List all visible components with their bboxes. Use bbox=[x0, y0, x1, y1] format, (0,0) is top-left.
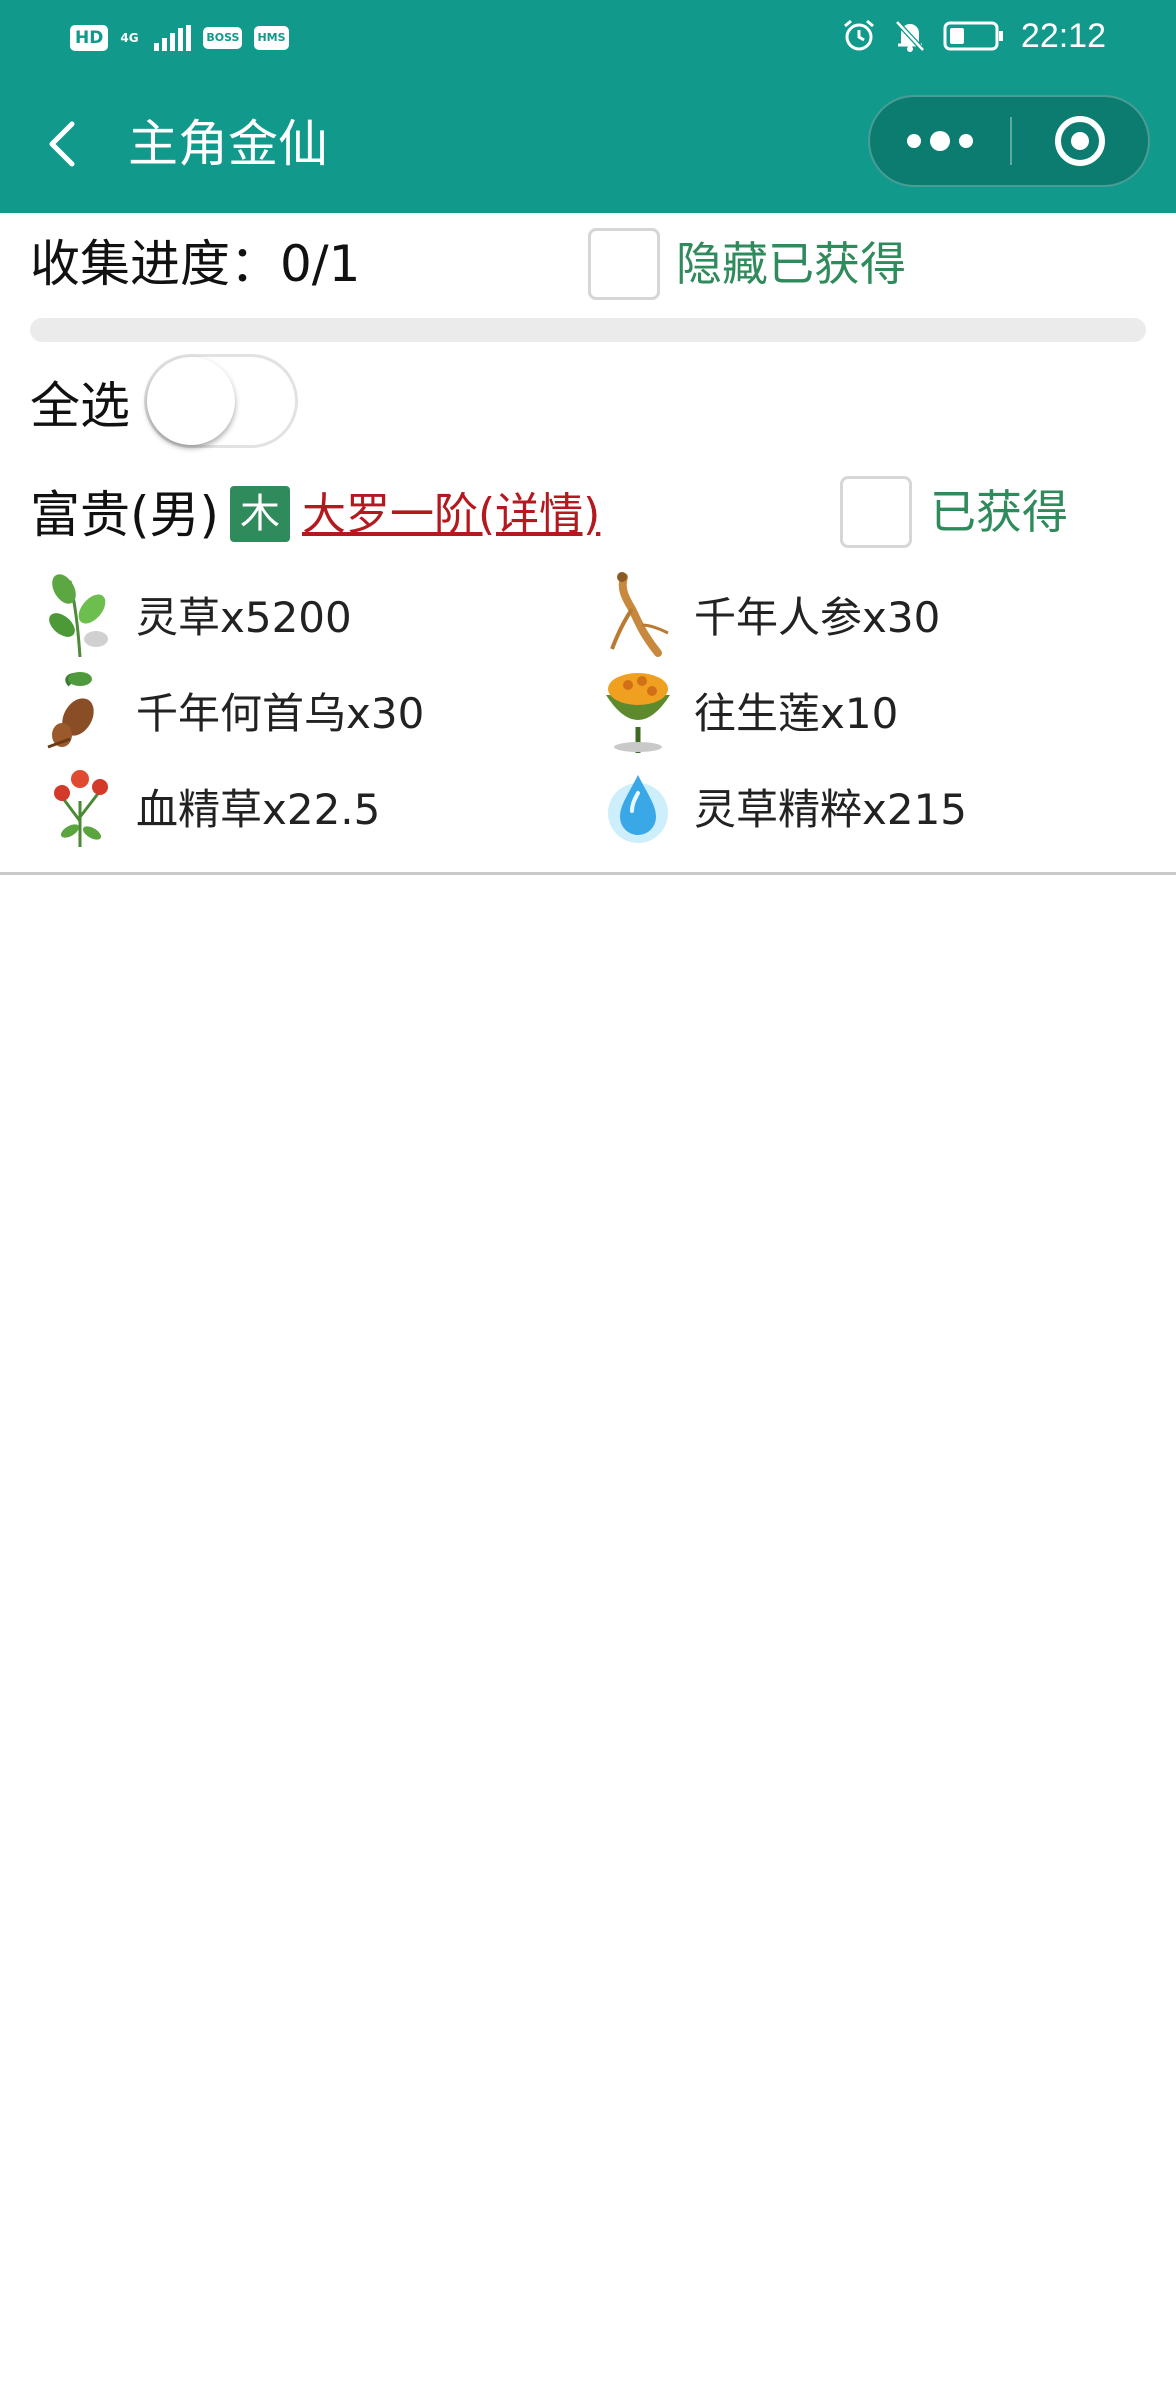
material-item: 灵草x5200 bbox=[40, 566, 352, 662]
status-right: 22:12 bbox=[841, 14, 1106, 58]
herb-essence-icon bbox=[608, 775, 668, 843]
hd-badge: HD bbox=[70, 25, 109, 51]
collection-progress-bar bbox=[30, 318, 1146, 342]
close-button[interactable] bbox=[1012, 97, 1150, 185]
material-item: 千年何首乌x30 bbox=[40, 662, 424, 758]
more-button[interactable] bbox=[870, 97, 1010, 185]
select-all-switch[interactable] bbox=[144, 354, 298, 448]
heshouwu-root-icon bbox=[47, 672, 94, 749]
obtained-label[interactable]: 已获得 bbox=[930, 476, 1068, 548]
switch-knob bbox=[147, 357, 235, 445]
select-all-label: 全选 bbox=[30, 377, 130, 435]
spirit-herb-icon bbox=[49, 574, 108, 658]
material-item: 灵草精粹x215 bbox=[598, 758, 967, 854]
boss-badge: BOSS bbox=[203, 27, 243, 49]
section-divider bbox=[0, 872, 1176, 875]
battery-icon bbox=[943, 21, 1003, 51]
ginseng-icon bbox=[610, 572, 669, 657]
alarm-icon bbox=[843, 19, 874, 51]
material-label: 血精草x22.5 bbox=[136, 784, 381, 834]
material-label: 千年人参x30 bbox=[694, 592, 941, 642]
status-left: HD 4G BOSS HMS bbox=[70, 20, 289, 56]
material-label: 往生莲x10 bbox=[694, 688, 899, 738]
page-title: 主角金仙 bbox=[128, 115, 328, 173]
material-item: 千年人参x30 bbox=[598, 566, 940, 662]
material-label: 灵草精粹x215 bbox=[694, 784, 968, 834]
clock: 22:12 bbox=[1020, 16, 1106, 55]
status-bar: HD 4G BOSS HMS 22:12 bbox=[0, 0, 1176, 76]
material-label: 千年何首乌x30 bbox=[136, 688, 425, 738]
item-name: 富贵(男) bbox=[30, 486, 220, 544]
obtained-checkbox[interactable] bbox=[840, 476, 912, 548]
bell-off-icon bbox=[895, 20, 925, 52]
element-badge: 木 bbox=[230, 486, 290, 542]
rebirth-lotus-icon bbox=[606, 673, 670, 753]
hide-obtained-checkbox[interactable] bbox=[588, 228, 660, 300]
back-button[interactable] bbox=[36, 112, 92, 176]
chevron-left-icon bbox=[49, 121, 75, 167]
collection-progress-text: 收集进度：0/1 bbox=[30, 235, 361, 293]
material-label: 灵草x5200 bbox=[136, 592, 352, 642]
signal-icon bbox=[154, 25, 192, 51]
material-item: 血精草x22.5 bbox=[40, 758, 380, 854]
nav-bar: 主角金仙 bbox=[0, 76, 1176, 213]
target-close-icon bbox=[1055, 116, 1105, 166]
more-dots-icon bbox=[907, 131, 973, 151]
blood-herb-icon bbox=[54, 770, 108, 847]
mini-program-capsule bbox=[868, 95, 1150, 187]
hide-obtained-label[interactable]: 隐藏已获得 bbox=[676, 228, 906, 300]
network-type: 4G bbox=[120, 31, 139, 45]
detail-link[interactable]: 大罗一阶(详情) bbox=[302, 478, 600, 552]
hms-badge: HMS bbox=[254, 26, 289, 50]
material-item: 往生莲x10 bbox=[598, 662, 898, 758]
